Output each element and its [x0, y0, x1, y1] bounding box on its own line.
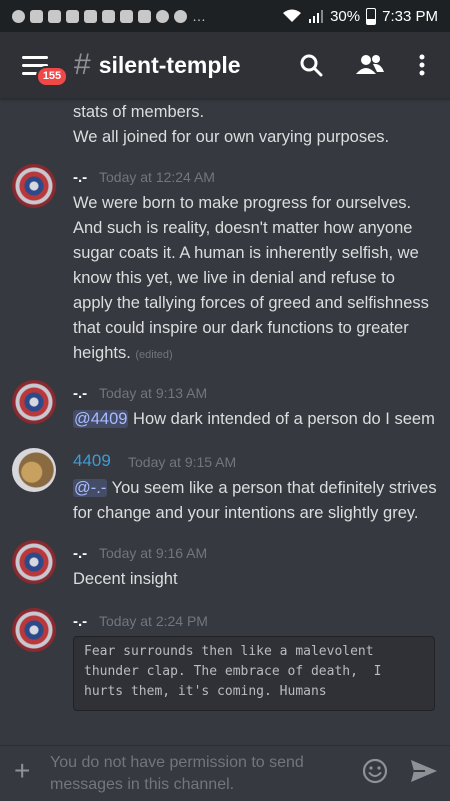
message-body: We were born to make progress for oursel… [73, 194, 429, 362]
message-line: stats of members. [73, 103, 205, 121]
avatar[interactable] [12, 540, 56, 584]
more-vertical-icon [419, 54, 425, 76]
message-text: @-.- You seem like a person that definit… [73, 476, 438, 526]
messenger-icon [12, 9, 25, 23]
search-icon [300, 54, 323, 77]
status-bar: … 30% 7:33 PM [0, 0, 450, 32]
message-text: We were born to make progress for oursel… [73, 191, 438, 368]
send-button[interactable] [410, 759, 438, 788]
message-line: We all joined for our own varying purpos… [73, 128, 390, 146]
notification-icons: … [0, 8, 207, 24]
signal-icon [309, 10, 324, 23]
avatar[interactable] [12, 380, 56, 424]
wifi-icon [283, 9, 302, 22]
members-icon [356, 55, 384, 74]
hash-icon: # [74, 48, 91, 81]
edited-tag: (edited) [135, 349, 173, 361]
emoji-button[interactable] [362, 758, 388, 789]
more-notifications-icon: … [192, 8, 207, 24]
timestamp: Today at 9:13 AM [99, 385, 208, 401]
overflow-menu-button[interactable] [412, 32, 432, 98]
timestamp: Today at 2:24 PM [99, 613, 208, 629]
username[interactable]: -.- [73, 613, 87, 630]
voicemail-icon [174, 9, 187, 23]
channel-title: silent-temple [98, 51, 241, 78]
message-text: @4409 How dark intended of a person do I… [73, 407, 438, 432]
message-body: How dark intended of a person do I seem [128, 410, 435, 428]
shopping-bag-icon [120, 9, 133, 23]
timestamp: Today at 9:16 AM [99, 545, 208, 561]
battery-percent: 30% [330, 7, 361, 25]
discord-icon [84, 9, 97, 23]
discord-icon [66, 9, 79, 23]
menu-button[interactable]: 155 [22, 54, 68, 87]
discord-icon [102, 9, 115, 23]
search-button[interactable] [296, 32, 326, 98]
members-button[interactable] [353, 32, 387, 98]
message-input-bar: + You do not have permission to send mes… [0, 745, 450, 801]
avatar[interactable] [12, 164, 56, 208]
channel-header: 155 # silent-temple [0, 32, 450, 98]
user-mention[interactable]: @4409 [73, 410, 129, 428]
message-text: Decent insight [73, 570, 178, 588]
notification-badge: 155 [36, 66, 68, 87]
username[interactable]: -.- [73, 169, 87, 186]
message-list[interactable]: stats of members. We all joined for our … [0, 98, 450, 745]
username[interactable]: -.- [73, 385, 87, 402]
discord-icon [30, 9, 43, 23]
timestamp: Today at 9:15 AM [128, 454, 237, 470]
message-body: You seem like a person that definitely s… [73, 479, 437, 522]
username[interactable]: -.- [73, 545, 87, 562]
emoji-icon [362, 758, 388, 784]
battery-icon [366, 7, 377, 25]
clock: 7:33 PM [382, 7, 438, 25]
message-input[interactable]: You do not have permission to send messa… [50, 752, 340, 796]
avatar[interactable] [12, 448, 56, 492]
status-right: 30% 7:33 PM [282, 0, 438, 32]
user-mention[interactable]: @-.- [73, 479, 108, 497]
username[interactable]: 4409 [73, 451, 111, 471]
code-block: Fear surrounds then like a malevolent th… [73, 636, 435, 711]
discord-icon [48, 9, 61, 23]
send-icon [411, 760, 437, 782]
facebook-icon [138, 9, 151, 23]
timestamp: Today at 12:24 AM [99, 169, 215, 185]
instagram-icon [156, 9, 169, 23]
add-attachment-button[interactable]: + [14, 755, 30, 787]
